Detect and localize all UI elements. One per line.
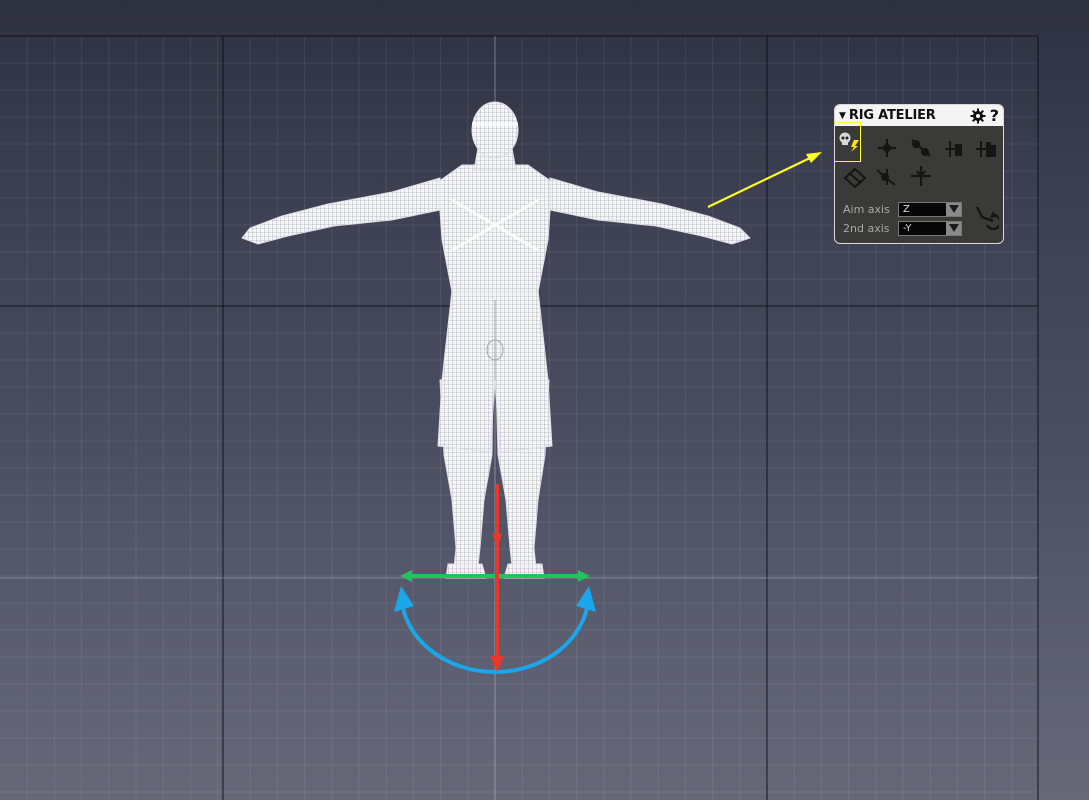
second-axis-value: -Y	[903, 222, 912, 234]
joint-mirror-icon[interactable]	[973, 137, 997, 159]
aim-axis-value: Z	[903, 203, 910, 215]
rig-atelier-panel: ▼ RIG ATELIER ? Aim axis Z 2nd axis -Y	[834, 104, 1004, 244]
locator-icon[interactable]	[843, 167, 867, 189]
joint-chain-icon[interactable]	[941, 137, 965, 159]
joint-tool-icon[interactable]	[875, 137, 899, 159]
aim-axis-label: Aim axis	[843, 202, 890, 216]
second-axis-label: 2nd axis	[843, 221, 890, 235]
orient-joint-icon[interactable]	[875, 165, 899, 187]
second-axis-select[interactable]: -Y	[898, 220, 962, 236]
annotation-highlight-box	[835, 122, 861, 162]
help-button[interactable]: ?	[990, 107, 999, 124]
panel-title: RIG ATELIER	[848, 108, 936, 123]
dropdown-arrow-icon[interactable]	[946, 202, 961, 216]
aim-axis-row: Aim axis Z	[843, 201, 962, 217]
swap-axis-icon[interactable]	[973, 201, 1002, 233]
aim-axis-select[interactable]: Z	[898, 201, 962, 217]
joint-move-icon[interactable]	[909, 165, 933, 187]
triangle-down-icon[interactable]: ▼	[839, 111, 846, 121]
bone-tool-icon[interactable]	[909, 137, 933, 159]
second-axis-row: 2nd axis -Y	[843, 220, 962, 236]
gear-icon[interactable]	[970, 108, 986, 124]
dropdown-arrow-icon[interactable]	[946, 221, 961, 235]
